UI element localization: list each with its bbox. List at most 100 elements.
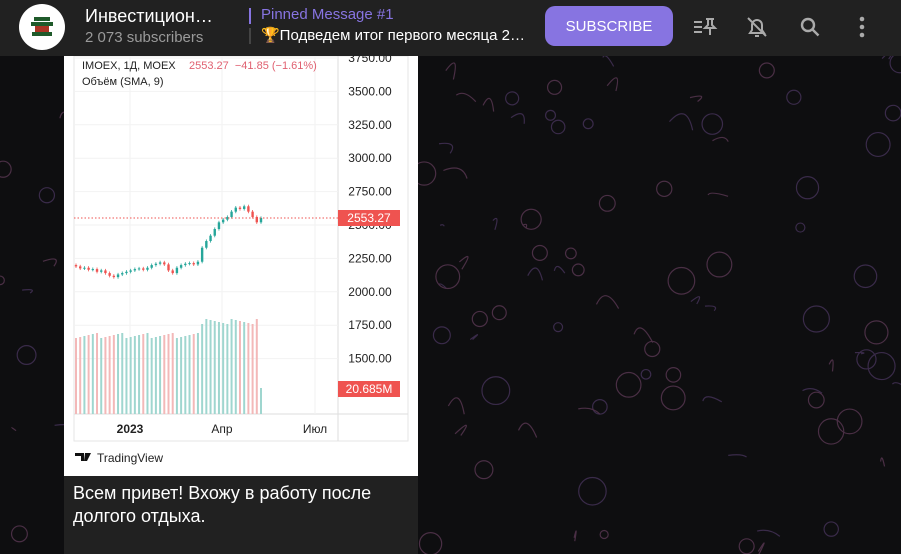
candle	[121, 273, 124, 275]
doodle	[712, 136, 729, 142]
doodle	[492, 217, 498, 230]
candle	[171, 270, 174, 274]
doodle	[880, 457, 886, 467]
doodle	[418, 532, 443, 554]
doodle	[795, 176, 820, 200]
candle	[116, 274, 120, 278]
doodle	[606, 77, 619, 92]
candle	[87, 267, 90, 270]
doodle	[458, 255, 469, 270]
candle	[104, 270, 107, 274]
pinned-list-icon[interactable]	[692, 14, 718, 40]
chart-image[interactable]: IMOEX, 1Д, MOEX 2553.27 −41.85 (−1.61%) …	[64, 51, 418, 476]
volume-bar	[150, 338, 153, 414]
volume-label: 20.685M	[346, 382, 393, 396]
doodle	[706, 251, 733, 278]
doodle	[599, 529, 609, 540]
volume-bar	[121, 333, 124, 414]
volume-bar	[146, 333, 149, 414]
more-vertical-icon[interactable]	[849, 14, 875, 40]
doodle	[482, 97, 495, 112]
doodle	[564, 247, 577, 260]
doodle	[510, 113, 525, 124]
volume-bar	[222, 323, 225, 414]
price-tick: 1500.00	[348, 352, 392, 366]
candle	[142, 268, 145, 270]
volume-bar	[167, 334, 170, 414]
last-price-label: 2553.27	[347, 211, 391, 225]
candle	[184, 263, 187, 266]
doodle	[531, 244, 548, 261]
volume-bar	[217, 322, 220, 414]
doodle	[474, 460, 494, 480]
doodle	[669, 113, 694, 131]
bell-off-icon[interactable]	[744, 14, 770, 40]
doodle	[595, 295, 620, 309]
doodle	[633, 327, 654, 343]
candle	[251, 211, 254, 217]
candle	[221, 219, 225, 223]
volume-bar	[138, 335, 141, 414]
price-tick: 3250.00	[348, 118, 392, 132]
doodle	[867, 351, 896, 381]
volume-bar	[209, 320, 212, 414]
doodle	[550, 119, 566, 135]
doodle	[704, 305, 717, 312]
doodle	[864, 320, 889, 345]
doodle	[16, 344, 37, 365]
doodle	[505, 91, 520, 106]
candle	[192, 263, 195, 265]
candle	[95, 269, 99, 272]
doodle	[454, 424, 467, 436]
candle	[238, 207, 242, 209]
doodle	[10, 525, 28, 543]
subscriber-count: 2 073 subscribers	[85, 29, 204, 46]
doodle	[667, 266, 696, 295]
doodle	[602, 56, 615, 67]
doodle	[786, 89, 802, 105]
volume-bar	[213, 321, 216, 414]
doodle	[758, 62, 775, 79]
subscribe-button[interactable]: SUBSCRIBE	[545, 6, 673, 46]
search-icon[interactable]	[797, 14, 823, 40]
doodle	[644, 340, 661, 358]
volume-bar	[205, 319, 208, 414]
doodle	[578, 476, 607, 506]
volume-bar	[133, 336, 136, 414]
doodle	[445, 62, 456, 80]
volume-bar	[251, 324, 254, 414]
candle	[150, 265, 153, 268]
channel-avatar[interactable]	[19, 4, 65, 50]
volume-bar	[112, 335, 115, 414]
doodle	[571, 263, 585, 277]
doodle	[0, 275, 5, 286]
price-tick: 2750.00	[348, 185, 392, 199]
candle	[154, 263, 158, 266]
doodle	[823, 521, 839, 537]
doodle	[795, 222, 806, 233]
candle	[200, 247, 204, 262]
doodle	[701, 113, 724, 135]
channel-title[interactable]: Инвестицион…	[85, 6, 220, 27]
candle	[213, 229, 216, 236]
doodle	[573, 530, 577, 542]
candle	[133, 269, 137, 271]
candle	[179, 265, 183, 268]
doodle	[447, 397, 465, 415]
chart-symbol: IMOEX, 1Д, MOEX	[82, 60, 176, 72]
volume-bar	[184, 336, 187, 414]
volume-bar	[154, 337, 157, 414]
tradingview-logo	[75, 453, 91, 461]
volume-bar	[230, 319, 233, 414]
doodle	[757, 542, 765, 554]
price-tick: 3500.00	[348, 84, 392, 98]
volume-bar	[87, 335, 90, 414]
candle	[188, 263, 191, 265]
volume-bar	[196, 333, 199, 414]
date-tick: 2023	[117, 422, 144, 436]
doodle	[865, 131, 891, 158]
pinned-message[interactable]: Pinned Message #1 🏆Подведем итог первого…	[249, 6, 525, 46]
candle	[79, 266, 82, 269]
candle	[167, 264, 170, 271]
pinned-text: 🏆Подведем итог первого месяца 2…	[261, 27, 525, 44]
